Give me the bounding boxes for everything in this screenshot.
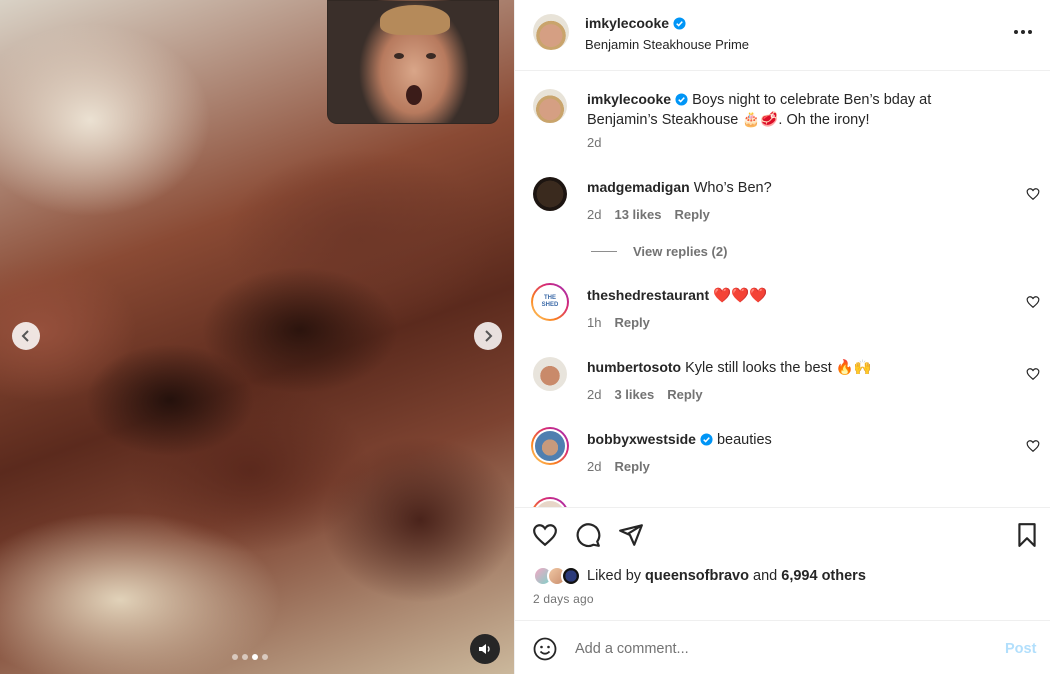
commenter-username[interactable]: humbertosoto [587, 359, 681, 375]
comment-text: Kyle still looks the best 🔥🙌 [685, 360, 872, 376]
chevron-right-icon [485, 330, 493, 342]
post-media[interactable] [0, 0, 514, 674]
comment-text-block: humbertosoto Kyle still looks the best 🔥… [587, 357, 987, 378]
bobby-avatar-image [533, 429, 567, 463]
comment-text: ❤️❤️❤️ [713, 288, 768, 304]
reply-button[interactable]: Reply [614, 315, 649, 330]
commenter-username[interactable]: theshedrestaurant [587, 287, 709, 303]
carousel-dot [232, 654, 238, 660]
reaction-video-overlay [327, 0, 499, 124]
commenter-username[interactable]: madgemadigan [587, 179, 690, 195]
author-username[interactable]: imkylecooke [585, 15, 669, 31]
comment-text: Who’s Ben? [693, 180, 772, 196]
commenter-username[interactable]: bobbyxwestside [587, 431, 696, 447]
shed-logo: THE SHED [533, 285, 567, 319]
comment-meta: 2d Reply [587, 459, 650, 474]
comment-time: 1h [587, 315, 602, 330]
post-timestamp[interactable]: 2 days ago [533, 592, 594, 606]
carousel-indicator [232, 654, 268, 660]
post-comment-button[interactable]: Post [1005, 641, 1036, 657]
pip-mouth [406, 85, 422, 105]
caption-time: 2d [587, 135, 602, 150]
add-comment-bar: Post [515, 620, 1050, 674]
reply-button[interactable]: Reply [614, 459, 649, 474]
commenter-avatar-story-ring[interactable]: THE SHED [531, 283, 569, 321]
post-header: imkylecooke Benjamin Steakhouse Prime [515, 0, 1050, 71]
chevron-left-icon [21, 330, 29, 342]
likes-others-link[interactable]: 6,994 others [781, 568, 866, 584]
comment-text-block: bobbyxwestside beauties [587, 429, 987, 450]
likes-conjunction: and [753, 568, 778, 584]
comment-time: 2d [587, 459, 602, 474]
commenter-avatar[interactable] [533, 177, 567, 211]
speaker-icon [479, 644, 490, 654]
caption-author-avatar[interactable] [533, 89, 567, 123]
comment-input[interactable] [575, 635, 975, 663]
reply-button[interactable]: Reply [674, 207, 709, 222]
comment-likes[interactable]: 3 likes [614, 387, 654, 402]
caption-meta: 2d [587, 135, 601, 150]
commenter-avatar[interactable] [533, 357, 567, 391]
pip-eye [426, 53, 436, 59]
reply-button[interactable]: Reply [667, 387, 702, 402]
carousel-dot [262, 654, 268, 660]
audio-toggle-button[interactable] [470, 634, 500, 664]
likes-prefix: Liked by [587, 568, 642, 584]
carousel-dot [242, 654, 248, 660]
post-side-panel: imkylecooke Benjamin Steakhouse Prime im… [514, 0, 1050, 674]
next-media-button[interactable] [474, 322, 502, 350]
caption-text-block: imkylecooke Boys night to celebrate Ben’… [587, 89, 987, 130]
avatar-image [533, 499, 567, 507]
pip-eye [394, 53, 404, 59]
liker-avatar[interactable] [561, 566, 581, 586]
verified-badge-icon [673, 16, 686, 30]
save-bookmark-icon[interactable] [1014, 522, 1040, 548]
likes-text: Liked by queensofbravo and 6,994 others [587, 568, 866, 584]
comment-text: beauties [716, 432, 772, 448]
more-dots-icon [1028, 30, 1032, 34]
liker-username-link[interactable]: queensofbravo [645, 568, 749, 584]
comment-text-block: madgemadigan Who’s Ben? [587, 177, 987, 198]
comment-time: 2d [587, 207, 602, 222]
comment-time: 2d [587, 387, 602, 402]
like-comment-heart-icon[interactable] [1026, 367, 1040, 381]
comment-meta: 1h Reply [587, 315, 650, 330]
commenter-avatar-story-ring[interactable] [531, 427, 569, 465]
comment-likes[interactable]: 13 likes [614, 207, 661, 222]
commenter-avatar-story-ring[interactable] [531, 497, 569, 507]
more-options-button[interactable] [1011, 22, 1035, 42]
verified-badge-icon [675, 93, 688, 106]
caption-username[interactable]: imkylecooke [587, 91, 671, 107]
post-actions: Liked by queensofbravo and 6,994 others … [515, 507, 1050, 620]
pip-hair [380, 5, 450, 35]
comment-meta: 2d 3 likes Reply [587, 387, 703, 402]
like-heart-icon[interactable] [532, 522, 558, 548]
previous-media-button[interactable] [12, 322, 40, 350]
more-dots-icon [1021, 30, 1025, 34]
comment-meta: 2d 13 likes Reply [587, 207, 710, 222]
like-comment-heart-icon[interactable] [1026, 187, 1040, 201]
comments-list[interactable]: imkylecooke Boys night to celebrate Ben’… [515, 71, 1050, 507]
like-comment-heart-icon[interactable] [1026, 439, 1040, 453]
like-comment-heart-icon[interactable] [1026, 295, 1040, 309]
replies-divider-line [591, 251, 617, 252]
comment-text-block: theshedrestaurant ❤️❤️❤️ [587, 285, 987, 306]
view-replies-label: View replies (2) [633, 244, 728, 259]
comment-bubble-icon[interactable] [575, 522, 601, 548]
share-paper-plane-icon[interactable] [618, 522, 644, 548]
author-username-row: imkylecooke [585, 15, 686, 31]
more-dots-icon [1014, 30, 1018, 34]
verified-badge-icon [700, 433, 713, 446]
post-location[interactable]: Benjamin Steakhouse Prime [585, 37, 749, 52]
emoji-icon[interactable] [533, 637, 557, 661]
author-avatar[interactable] [533, 14, 569, 50]
likes-summary: Liked by queensofbravo and 6,994 others [533, 566, 866, 586]
view-replies-button[interactable]: View replies (2) [591, 244, 727, 259]
carousel-dot-active [252, 654, 258, 660]
